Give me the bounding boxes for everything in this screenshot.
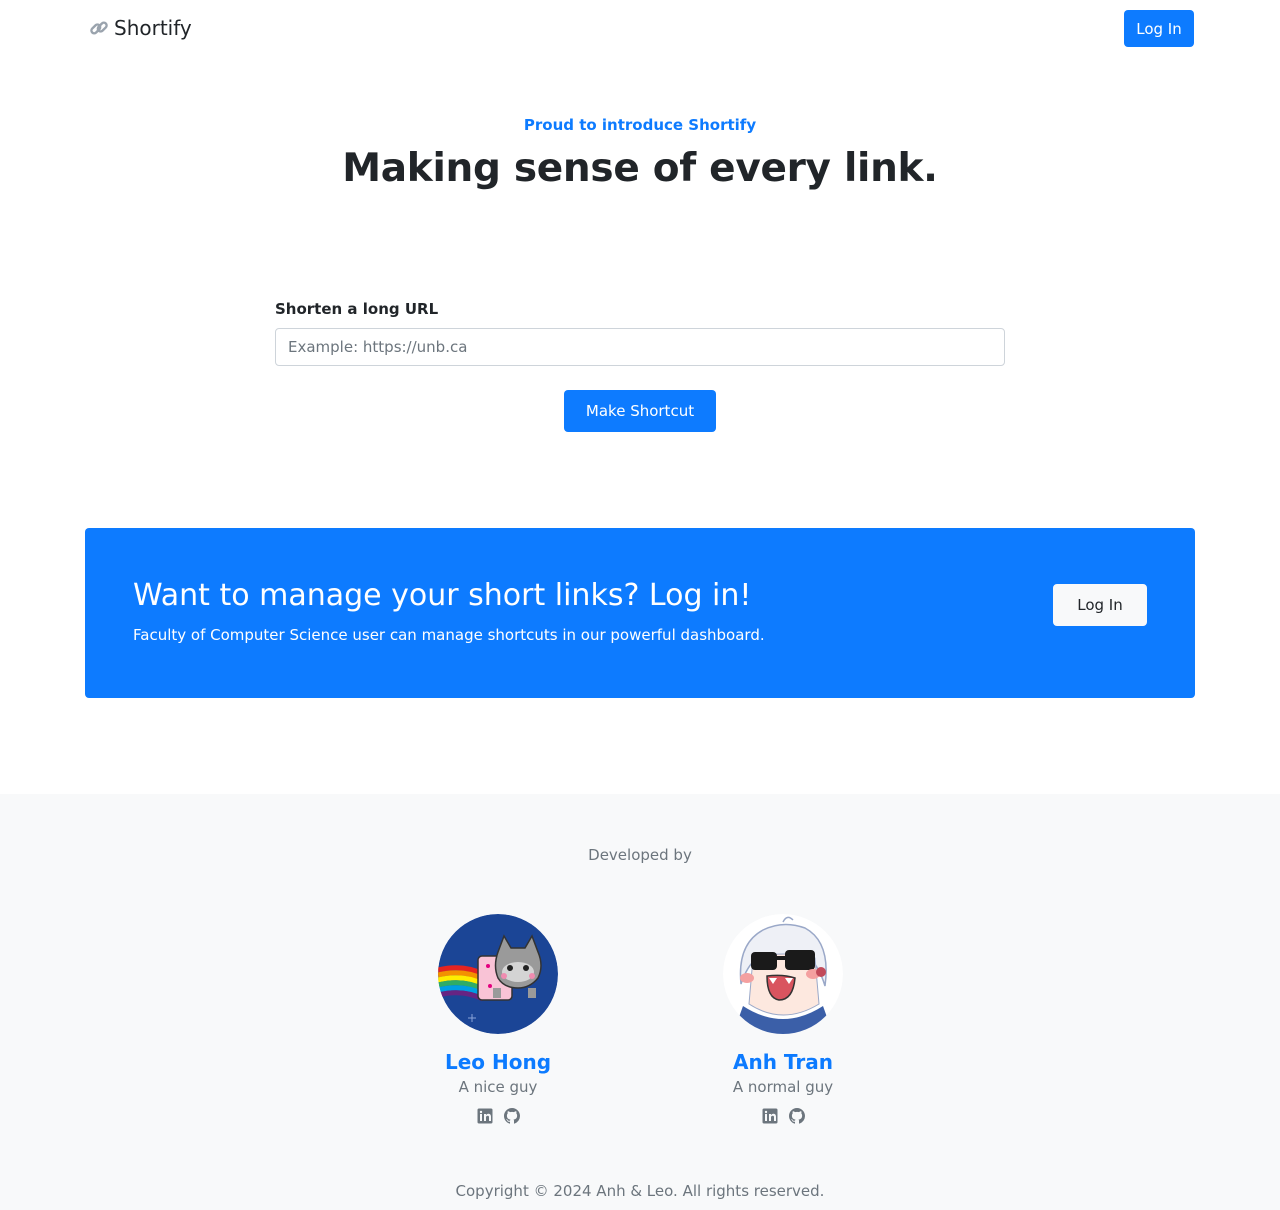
link-icon bbox=[90, 21, 108, 35]
developed-by-heading: Developed by bbox=[588, 846, 692, 864]
hero-title: Making sense of every link. bbox=[342, 146, 938, 191]
developer-role: A normal guy bbox=[732, 1078, 834, 1096]
developer-card: Anh Tran A normal guy bbox=[663, 914, 903, 1124]
copyright-text: Copyright © 2024 Anh & Leo. All rights r… bbox=[455, 1182, 825, 1200]
cta-subtitle: Faculty of Computer Science user can man… bbox=[133, 626, 765, 644]
navbar: Shortify Log In bbox=[0, 0, 1280, 60]
footer: Developed by Leo Hong A nice guy Anh Tra… bbox=[0, 794, 1280, 1210]
url-field-label: Shorten a long URL bbox=[275, 300, 439, 318]
avatar bbox=[723, 914, 843, 1034]
social-links bbox=[378, 1108, 618, 1124]
brand-name: Shortify bbox=[114, 16, 192, 40]
developer-card: Leo Hong A nice guy bbox=[378, 914, 618, 1124]
social-links bbox=[663, 1108, 903, 1124]
github-icon[interactable] bbox=[503, 1108, 520, 1124]
github-icon[interactable] bbox=[788, 1108, 805, 1124]
brand-link[interactable]: Shortify bbox=[88, 16, 192, 40]
login-button[interactable]: Log In bbox=[1124, 10, 1194, 47]
cta-title: Want to manage your short links? Log in! bbox=[133, 578, 752, 613]
developer-name[interactable]: Leo Hong bbox=[378, 1050, 618, 1074]
cta-login-button[interactable]: Log In bbox=[1053, 584, 1147, 626]
developer-name[interactable]: Anh Tran bbox=[663, 1050, 903, 1074]
make-shortcut-button[interactable]: Make Shortcut bbox=[564, 390, 716, 432]
login-cta-banner: Want to manage your short links? Log in!… bbox=[85, 528, 1195, 698]
linkedin-icon[interactable] bbox=[477, 1108, 493, 1124]
url-input[interactable] bbox=[275, 328, 1005, 366]
avatar bbox=[438, 914, 558, 1034]
developer-role: A nice guy bbox=[458, 1078, 538, 1096]
linkedin-icon[interactable] bbox=[762, 1108, 778, 1124]
hero-eyebrow: Proud to introduce Shortify bbox=[523, 116, 757, 134]
